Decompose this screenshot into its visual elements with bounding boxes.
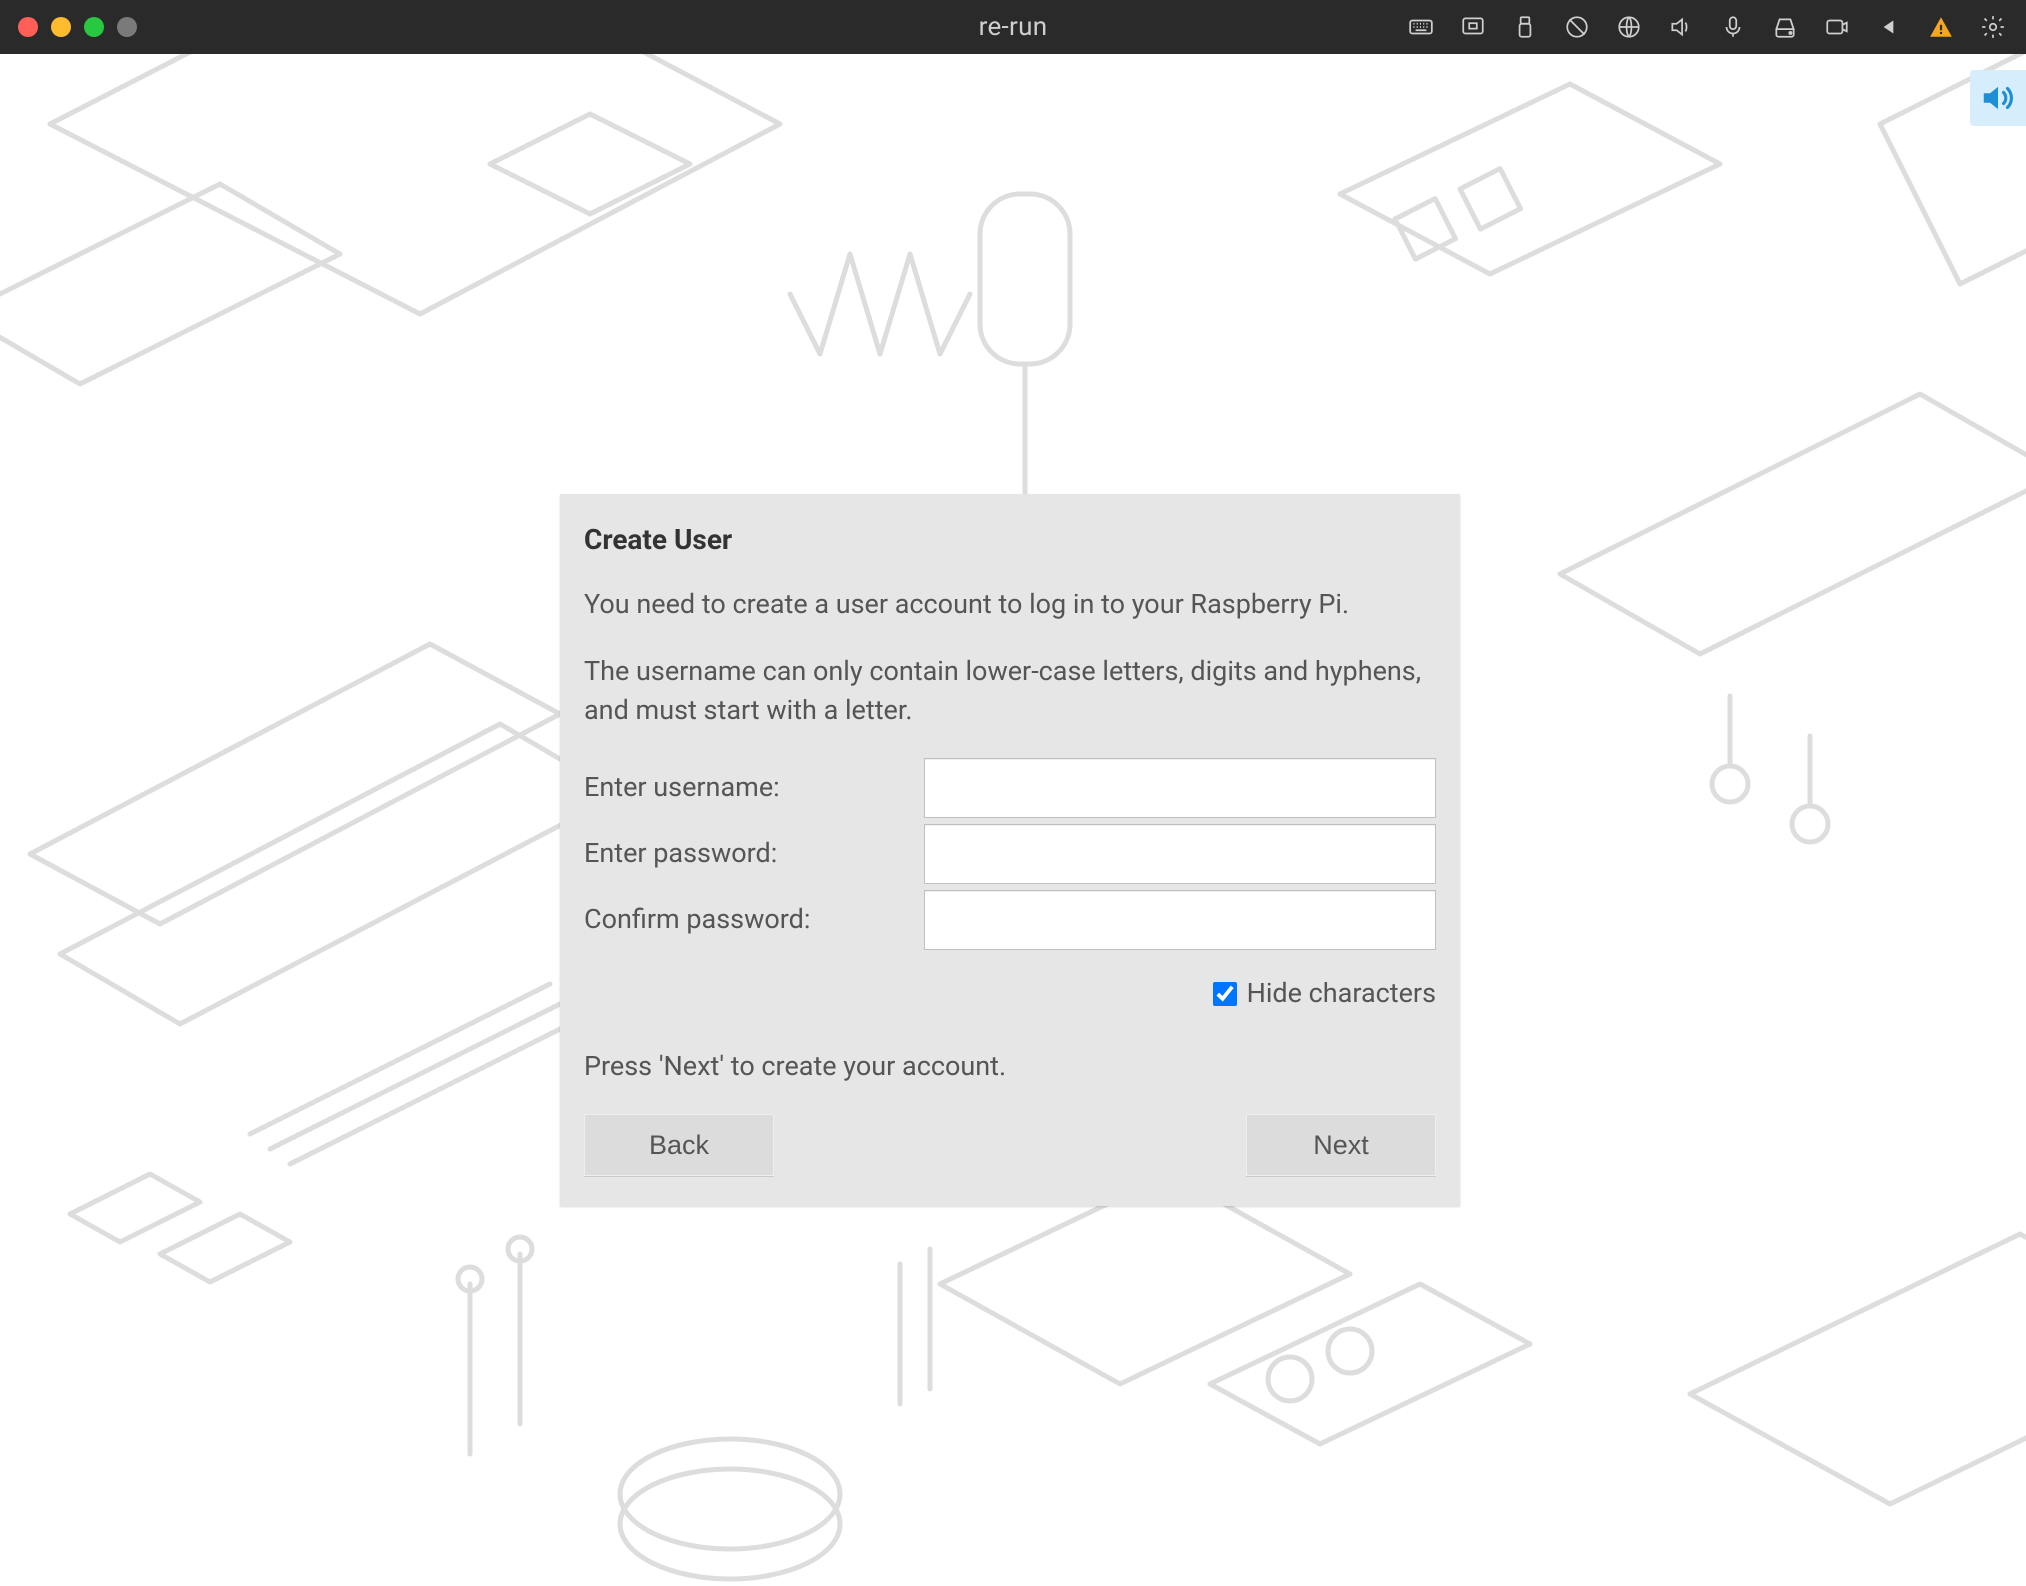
- close-window-button[interactable]: [18, 17, 38, 37]
- globe-icon[interactable]: [1614, 12, 1644, 42]
- zoom-window-button[interactable]: [84, 17, 104, 37]
- dialog-hint-text: Press 'Next' to create your account.: [584, 1047, 1436, 1086]
- dialog-rules-text: The username can only contain lower-case…: [584, 652, 1436, 730]
- window-controls: [18, 17, 137, 37]
- minimize-window-button[interactable]: [51, 17, 71, 37]
- dialog-button-row: Back Next: [584, 1114, 1436, 1176]
- dialog-title: Create User: [584, 520, 1436, 561]
- display-icon[interactable]: [1458, 12, 1488, 42]
- usb-icon[interactable]: [1510, 12, 1540, 42]
- vm-toolbar-icons: [1406, 12, 2008, 42]
- confirm-password-input[interactable]: [924, 890, 1436, 950]
- back-triangle-icon[interactable]: [1874, 12, 1904, 42]
- next-button[interactable]: Next: [1246, 1114, 1436, 1176]
- desktop: Create User You need to create a user ac…: [0, 54, 2026, 1586]
- hide-characters-checkbox[interactable]: [1213, 982, 1237, 1006]
- vm-menubar: re-run: [0, 0, 2026, 54]
- window-title: re-run: [979, 12, 1048, 42]
- warning-icon[interactable]: [1926, 12, 1956, 42]
- microphone-icon[interactable]: [1718, 12, 1748, 42]
- network-disabled-icon[interactable]: [1562, 12, 1592, 42]
- keyboard-icon[interactable]: [1406, 12, 1436, 42]
- username-label: Enter username:: [584, 768, 924, 807]
- camera-icon[interactable]: [1822, 12, 1852, 42]
- speaker-icon[interactable]: [1666, 12, 1696, 42]
- create-user-dialog: Create User You need to create a user ac…: [560, 494, 1460, 1206]
- disk-icon[interactable]: [1770, 12, 1800, 42]
- back-button[interactable]: Back: [584, 1114, 774, 1176]
- window-dimmed-indicator: [117, 17, 137, 37]
- hide-characters-label: Hide characters: [1247, 974, 1436, 1013]
- hide-characters-row: Hide characters: [584, 974, 1436, 1013]
- confirm-password-label: Confirm password:: [584, 900, 924, 939]
- gear-icon[interactable]: [1978, 12, 2008, 42]
- password-label: Enter password:: [584, 834, 924, 873]
- volume-indicator[interactable]: [1970, 70, 2026, 126]
- password-input[interactable]: [924, 824, 1436, 884]
- form-grid: Enter username: Enter password: Confirm …: [584, 758, 1436, 950]
- username-input[interactable]: [924, 758, 1436, 818]
- dialog-intro-text: You need to create a user account to log…: [584, 585, 1436, 624]
